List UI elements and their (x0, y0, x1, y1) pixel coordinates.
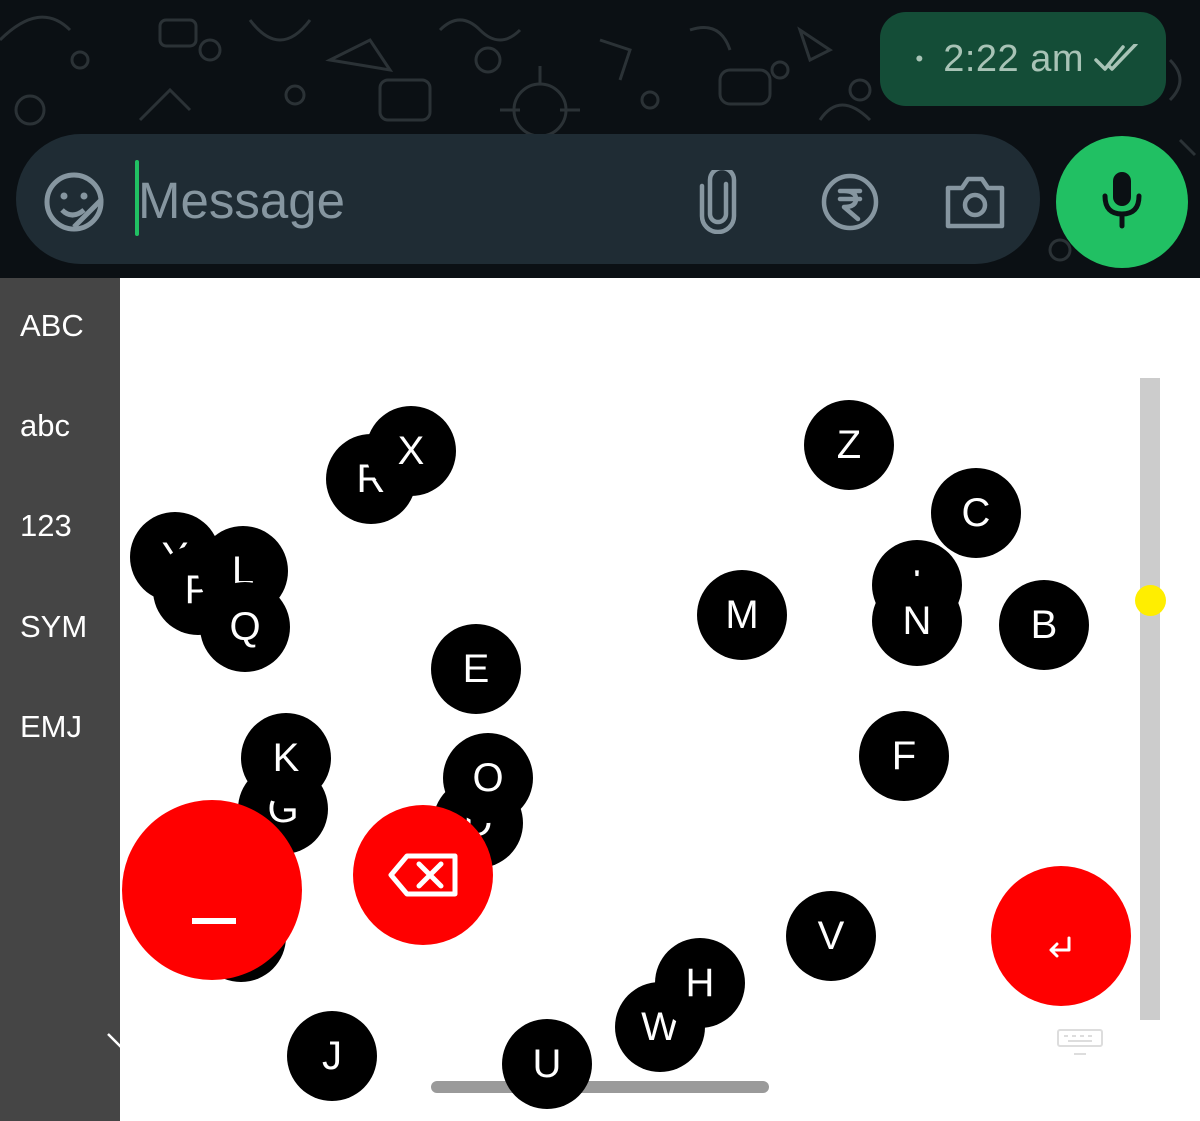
size-slider-track[interactable] (1140, 378, 1160, 1020)
key-c[interactable]: C (931, 468, 1021, 558)
space-underscore-icon (192, 918, 236, 924)
backspace-button[interactable] (353, 805, 493, 945)
key-n[interactable]: N (872, 576, 962, 666)
key-q[interactable]: Q (200, 582, 290, 672)
enter-icon (1047, 936, 1075, 963)
sticker-emoji-icon[interactable] (42, 170, 106, 234)
key-o[interactable]: O (443, 733, 533, 823)
rupee-payment-icon[interactable] (820, 172, 880, 232)
size-slider-knob[interactable] (1135, 585, 1166, 616)
home-indicator[interactable] (431, 1081, 769, 1093)
message-input-bar (16, 134, 1040, 264)
message-bubble[interactable]: • 2:22 am (880, 12, 1166, 106)
key-f[interactable]: F (859, 711, 949, 801)
key-b[interactable]: B (999, 580, 1089, 670)
mode-emoji[interactable]: EMJ (20, 707, 82, 747)
mode-lowercase[interactable]: abc (20, 406, 70, 446)
key-e[interactable]: E (431, 624, 521, 714)
mode-symbols[interactable]: SYM (20, 607, 87, 647)
message-input[interactable] (138, 164, 658, 238)
key-v[interactable]: V (786, 891, 876, 981)
key-h[interactable]: H (655, 938, 745, 1028)
backspace-icon (387, 853, 459, 902)
message-time: 2:22 am (943, 37, 1084, 80)
chevron-down-icon[interactable] (104, 1030, 138, 1052)
space-button[interactable] (122, 800, 302, 980)
key-m[interactable]: M (697, 570, 787, 660)
enter-button[interactable] (991, 866, 1131, 1006)
microphone-button[interactable] (1056, 136, 1188, 268)
attach-paperclip-icon[interactable] (696, 165, 740, 235)
keyboard-mode-sidebar (0, 278, 120, 1121)
key-u[interactable]: U (502, 1019, 592, 1109)
mode-uppercase[interactable]: ABC (20, 306, 84, 346)
key-j[interactable]: J (287, 1011, 377, 1101)
key-z[interactable]: Z (804, 400, 894, 490)
status-dot: • (915, 46, 924, 71)
mode-numbers[interactable]: 123 (20, 506, 72, 546)
double-check-icon (1094, 44, 1140, 74)
microphone-icon (1100, 170, 1144, 235)
key-k[interactable]: K (241, 713, 331, 803)
keyboard-icon[interactable] (1056, 1028, 1104, 1058)
camera-icon[interactable] (944, 174, 1006, 230)
chat-area: • 2:22 am (0, 0, 1200, 278)
key-x[interactable]: X (366, 406, 456, 496)
